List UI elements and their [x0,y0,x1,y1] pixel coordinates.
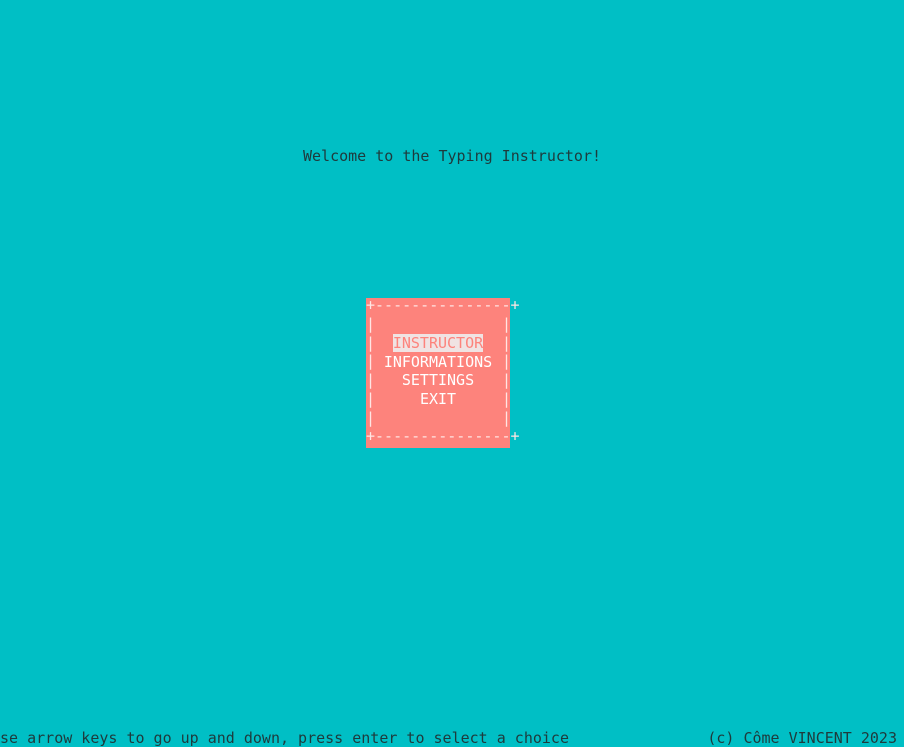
menu-item-label: EXIT [419,390,457,409]
welcome-title: Welcome to the Typing Instructor! [302,147,601,165]
menu-item-informations[interactable]: INFORMATIONS [366,353,510,372]
terminal-screen: Welcome to the Typing Instructor! +-----… [0,0,904,747]
menu-item-label: INFORMATIONS [383,352,493,371]
menu-item-settings[interactable]: SETTINGS [366,371,510,390]
status-bar: Use arrow keys to go up and down, press … [0,729,904,747]
help-text: Use arrow keys to go up and down, press … [0,729,569,747]
menu-item-label: INSTRUCTOR [392,334,484,352]
menu-item-instructor[interactable]: INSTRUCTOR [366,334,510,353]
menu-border-top: +---------------+ [366,296,520,314]
menu-items: INSTRUCTOR INFORMATIONS SETTINGS EXIT [366,334,510,409]
main-menu: +---------------+ | | | | | | | | | | | … [366,296,520,448]
menu-border-bottom: +---------------+ [366,427,520,445]
copyright-text: (c) Côme VINCENT 2023 [707,729,897,747]
menu-item-label: SETTINGS [401,371,475,390]
menu-item-exit[interactable]: EXIT [366,390,510,409]
